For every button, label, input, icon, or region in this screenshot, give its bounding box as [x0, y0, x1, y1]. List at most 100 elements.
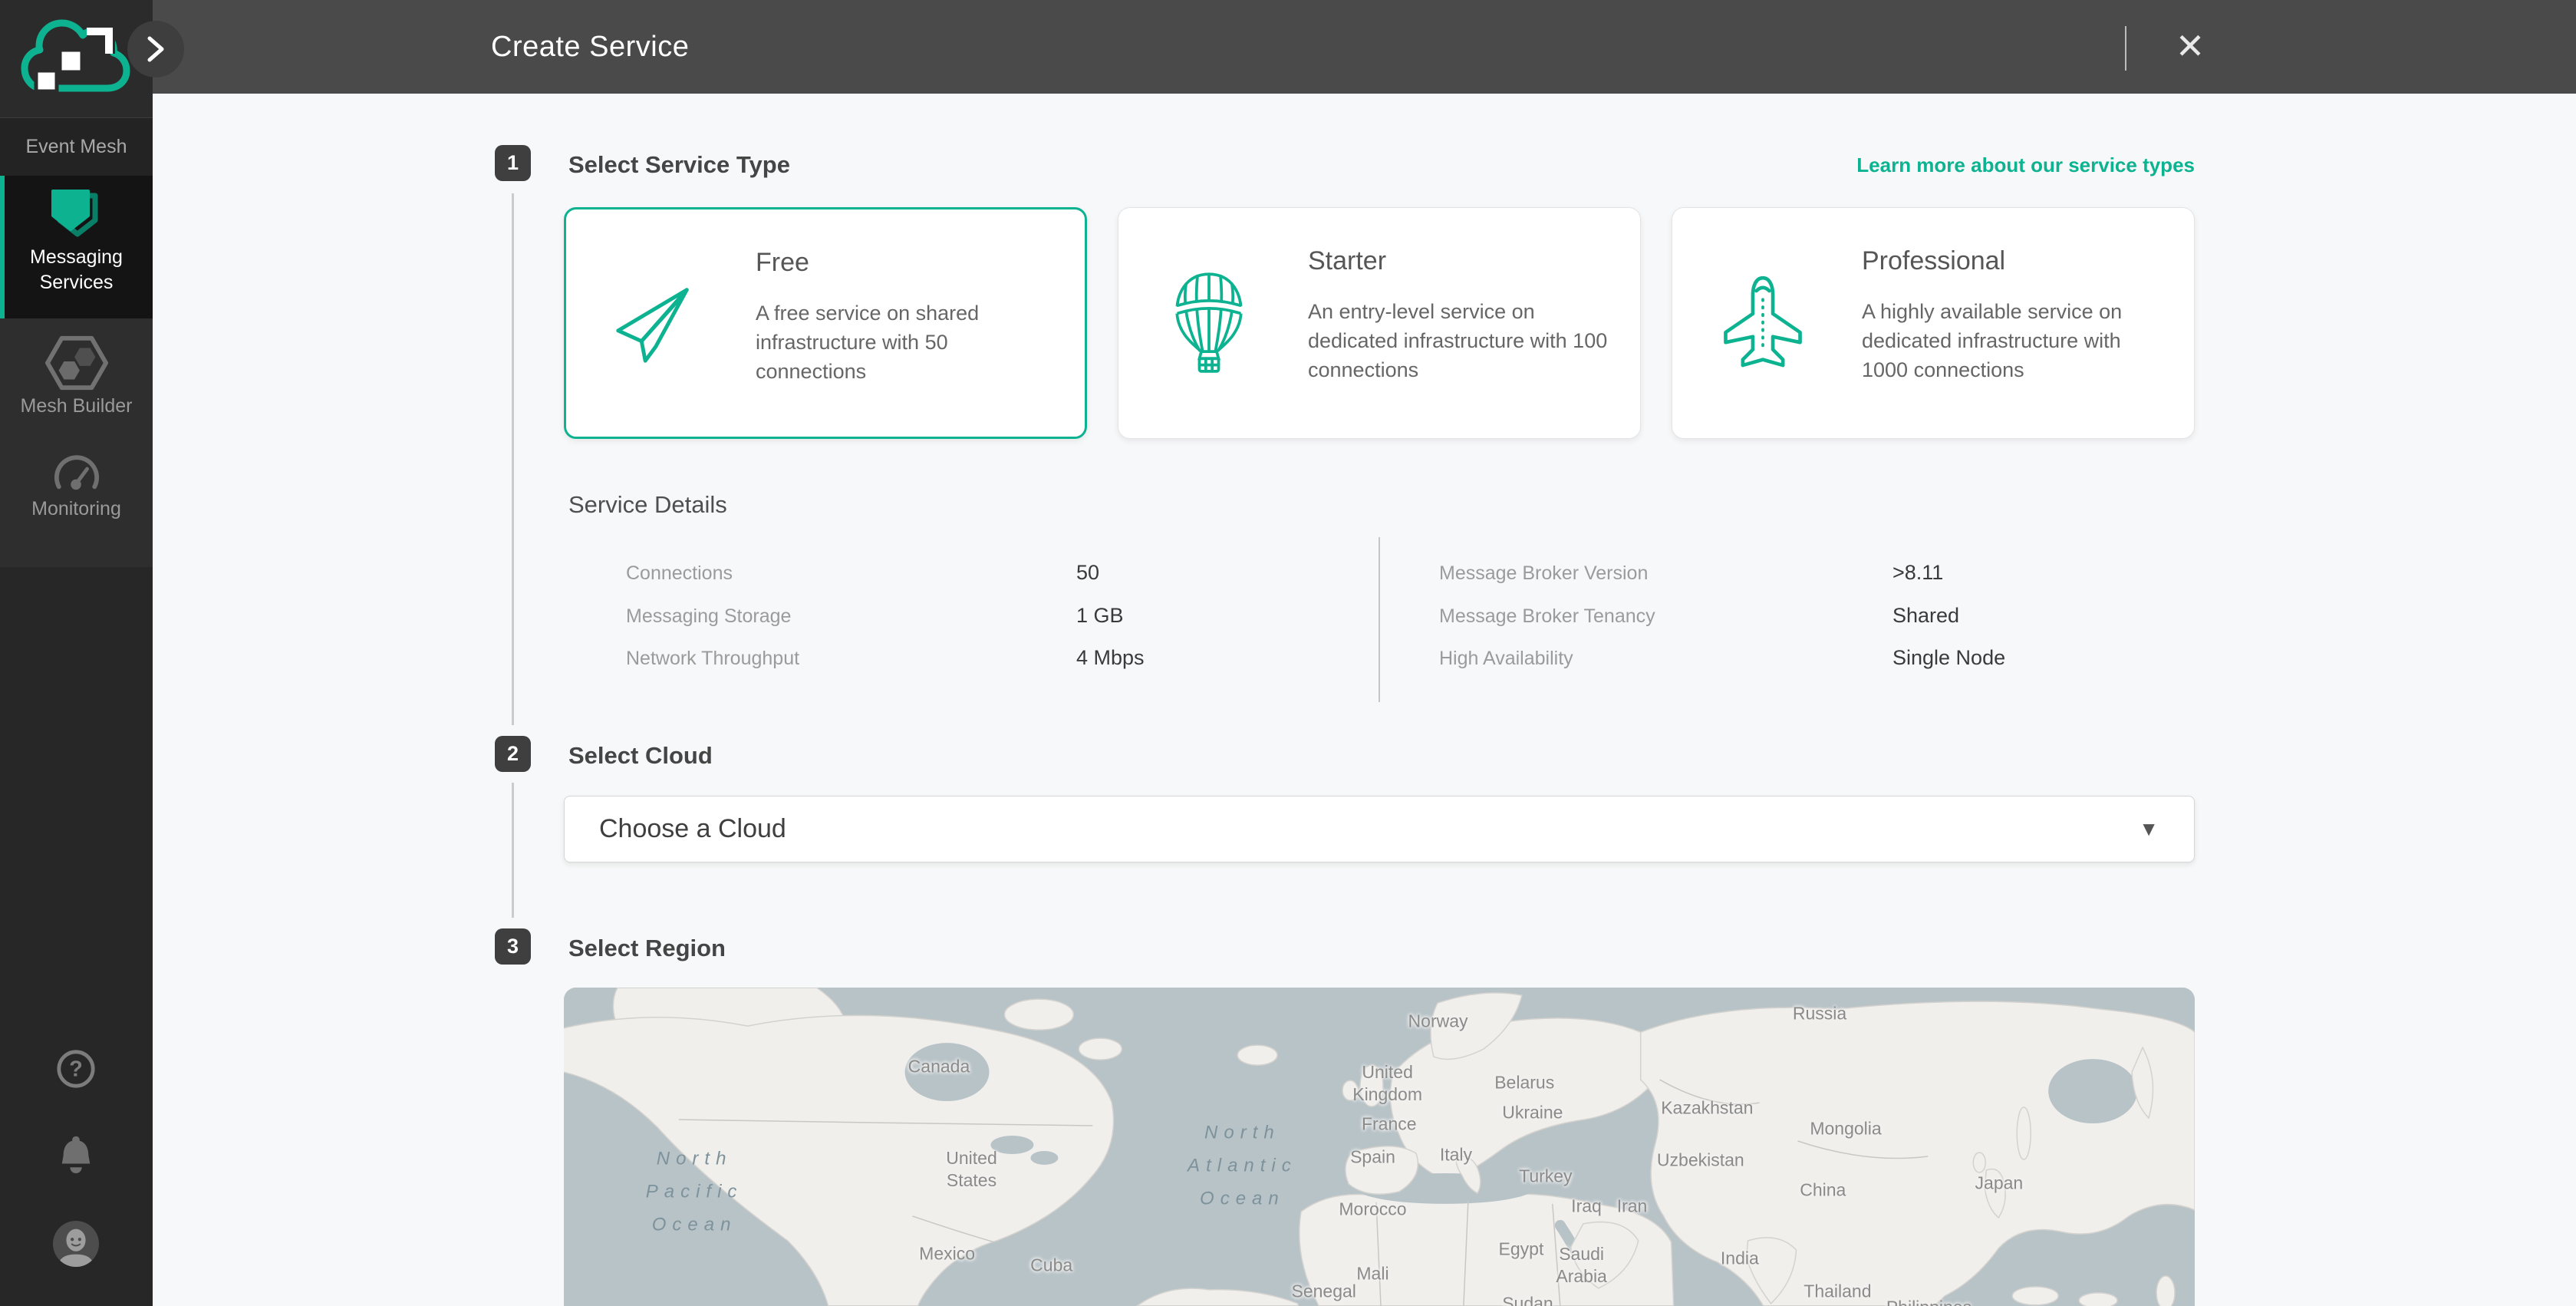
map-country-label: Turkey — [1519, 1166, 1572, 1188]
chevron-right-icon — [140, 32, 171, 66]
map-country-label: United States — [946, 1147, 996, 1192]
map-country-label: Cuba — [1030, 1254, 1072, 1276]
dropdown-arrow-icon: ▼ — [2139, 796, 2159, 862]
cloud-select-placeholder: Choose a Cloud — [599, 796, 786, 862]
sidebar-item-mesh-builder[interactable]: Mesh Builder — [0, 332, 153, 432]
map-country-label: Iraq — [1571, 1196, 1602, 1218]
service-type-card-free[interactable]: Free A free service on shared infrastruc… — [564, 207, 1087, 439]
shield-icon — [51, 190, 103, 243]
sidebar-item-label: Messaging Services — [0, 245, 153, 295]
help-icon: ? — [55, 1048, 97, 1090]
map-country-label: Iran — [1617, 1196, 1648, 1218]
map-country-label: Saudi Arabia — [1556, 1243, 1606, 1288]
detail-value: Shared — [1892, 604, 1959, 628]
service-type-description: A highly available service on dedicated … — [1862, 297, 2165, 384]
map-country-label: Japan — [1975, 1172, 2024, 1194]
details-divider — [1379, 537, 1380, 702]
detail-label: Message Broker Version — [1439, 562, 1648, 585]
detail-label: Message Broker Tenancy — [1439, 605, 1655, 628]
service-type-description: An entry-level service on dedicated infr… — [1308, 297, 1611, 384]
modal-header: Create Service ✕ — [153, 0, 2576, 94]
paper-plane-icon — [608, 278, 699, 368]
notifications-button[interactable] — [57, 1133, 95, 1175]
step-2-title: Select Cloud — [568, 742, 713, 770]
sidebar-item-event-mesh[interactable]: Event Mesh — [0, 118, 153, 176]
user-avatar[interactable] — [52, 1220, 100, 1268]
sidebar-item-label: Mesh Builder — [0, 395, 153, 417]
step-2-badge: 2 — [495, 736, 531, 772]
service-type-name: Starter — [1308, 246, 1386, 276]
sidebar-expand-button[interactable] — [127, 21, 184, 78]
map-country-label: Spain — [1350, 1146, 1395, 1169]
page-title: Create Service — [491, 0, 689, 94]
map-country-label: Norway — [1408, 1010, 1468, 1032]
sidebar-nav-group: Mesh Builder Monitoring — [0, 318, 153, 567]
map-ocean-label: North Atlantic Ocean — [1188, 1116, 1297, 1215]
sidebar-item-label: Monitoring — [0, 498, 153, 520]
detail-label: Network Throughput — [626, 648, 799, 670]
detail-value: >8.11 — [1892, 561, 1943, 585]
map-country-label: Thailand — [1804, 1280, 1871, 1302]
map-country-label: China — [1800, 1179, 1846, 1201]
map-country-label: Ukraine — [1502, 1102, 1563, 1124]
bell-icon — [57, 1133, 95, 1175]
detail-label: Messaging Storage — [626, 605, 791, 628]
service-details-title: Service Details — [568, 491, 727, 519]
user-avatar-icon — [52, 1220, 100, 1268]
region-map[interactable]: Russia Canada Norway United Kingdom Belarus U… — [564, 988, 2195, 1306]
map-country-label: Mali — [1356, 1263, 1388, 1285]
map-country-label: Mongolia — [1810, 1117, 1881, 1139]
map-country-label: France — [1362, 1113, 1417, 1136]
map-country-label: Senegal — [1291, 1280, 1356, 1302]
close-button[interactable]: ✕ — [2163, 18, 2218, 74]
hot-air-balloon-icon — [1171, 262, 1247, 384]
map-country-label: Egypt — [1499, 1238, 1544, 1261]
step-3-badge: 3 — [495, 928, 531, 965]
sidebar: Event Mesh Messaging Services Mesh Build… — [0, 0, 153, 1306]
map-country-label: Philippines — [1886, 1297, 1972, 1306]
step-connector — [512, 783, 514, 918]
map-country-label: India — [1721, 1248, 1759, 1270]
map-country-label: Morocco — [1339, 1198, 1406, 1220]
map-ocean-label: North Pacific Ocean — [646, 1142, 743, 1241]
detail-value: Single Node — [1892, 646, 2005, 670]
create-service-page: Event Mesh Messaging Services Mesh Build… — [0, 0, 2576, 1306]
map-country-label: Belarus — [1494, 1072, 1554, 1094]
step-connector — [512, 193, 514, 725]
cloud-select-dropdown[interactable]: Choose a Cloud ▼ — [564, 796, 2195, 862]
close-icon: ✕ — [2176, 28, 2205, 64]
hexagon-mesh-icon — [45, 332, 108, 394]
gauge-icon — [53, 449, 100, 492]
solace-cloud-logo-icon — [19, 14, 134, 104]
sidebar-item-label: Event Mesh — [25, 136, 127, 158]
detail-label: Connections — [626, 562, 733, 585]
sidebar-item-monitoring[interactable]: Monitoring — [0, 449, 153, 549]
map-country-label: Italy — [1440, 1143, 1472, 1166]
svg-text:?: ? — [69, 1057, 83, 1082]
step-1-badge: 1 — [495, 145, 531, 181]
step-1-title: Select Service Type — [568, 151, 790, 179]
map-country-label: Canada — [908, 1055, 970, 1077]
service-type-cards: Free A free service on shared infrastruc… — [564, 207, 2196, 439]
map-country-label: Russia — [1793, 1003, 1846, 1025]
service-type-card-professional[interactable]: Professional A highly available service … — [1672, 207, 2195, 439]
learn-more-link[interactable]: Learn more about our service types — [1856, 153, 2195, 177]
service-type-card-starter[interactable]: Starter An entry-level service on dedica… — [1118, 207, 1641, 439]
service-type-description: A free service on shared infrastructure … — [756, 298, 1059, 386]
airplane-icon — [1720, 272, 1806, 374]
map-country-label: Sudan — [1502, 1292, 1553, 1306]
service-type-name: Professional — [1862, 246, 2005, 276]
map-country-label: United Kingdom — [1352, 1061, 1422, 1106]
detail-label: High Availability — [1439, 648, 1573, 670]
map-country-label: Mexico — [919, 1242, 975, 1265]
detail-value: 4 Mbps — [1076, 646, 1145, 670]
step-3-title: Select Region — [568, 935, 726, 962]
map-country-label: Uzbekistan — [1657, 1149, 1744, 1171]
header-divider — [2125, 26, 2126, 71]
service-type-name: Free — [756, 248, 809, 278]
map-country-label: Kazakhstan — [1661, 1097, 1753, 1119]
detail-value: 1 GB — [1076, 604, 1124, 628]
help-button[interactable]: ? — [55, 1048, 97, 1090]
sidebar-item-messaging-services[interactable]: Messaging Services — [0, 176, 153, 318]
detail-value: 50 — [1076, 561, 1099, 585]
